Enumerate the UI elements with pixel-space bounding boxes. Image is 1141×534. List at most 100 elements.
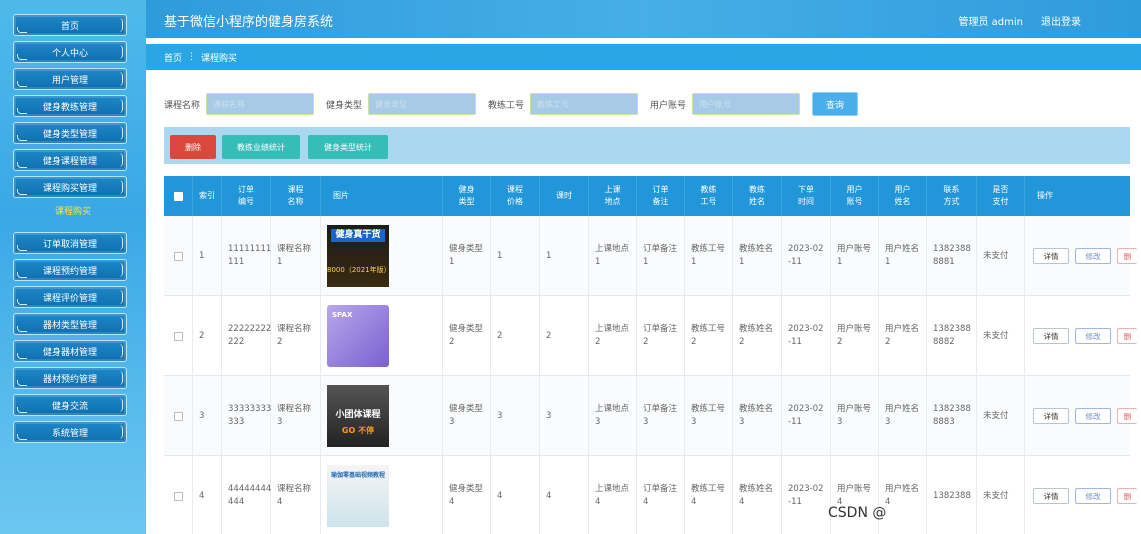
select-all-checkbox-cell[interactable] (164, 176, 193, 216)
query-button[interactable]: 查询 (812, 92, 859, 116)
cell-line: 健身类型 (449, 484, 484, 494)
toolbar: 删除 教练业绩统计 健身类型统计 (164, 127, 1130, 164)
th-line: 备注 (652, 197, 669, 206)
corner-decoration (17, 162, 27, 168)
cell-phone: 1382388 (927, 456, 977, 534)
sidebar-item-coaches[interactable]: 健身教练管理 (13, 95, 127, 117)
sidebar-item-profile[interactable]: 个人中心 (13, 41, 127, 63)
th-line: 方式 (943, 197, 960, 206)
row-delete-button[interactable]: 删 (1117, 408, 1137, 424)
cell-line: 1 (885, 257, 891, 267)
breadcrumb-home[interactable]: 首页 (164, 51, 182, 64)
course-image[interactable]: 健身真干货 8000（2021年版） (327, 225, 389, 287)
sidebar-item-course-reviews[interactable]: 课程评价管理 (13, 286, 127, 308)
th-line: 名称 (287, 197, 304, 206)
th-image: 图片 (321, 176, 443, 216)
sidebar-item-order-cancel[interactable]: 订单取消管理 (13, 232, 127, 254)
corner-decoration (113, 99, 123, 113)
edit-button[interactable]: 修改 (1075, 328, 1111, 344)
cell-line: 用户姓名 (885, 324, 920, 334)
detail-button[interactable]: 详情 (1033, 488, 1069, 504)
sidebar-item-home[interactable]: 首页 (13, 14, 127, 36)
user-account-input[interactable]: 用户账号 (692, 93, 801, 115)
image-text-top: 瑜伽零基础视频教程 (330, 472, 385, 479)
fitness-type-stats-button[interactable]: 健身类型统计 (308, 135, 388, 159)
sidebar-item-equipment[interactable]: 健身器材管理 (13, 340, 127, 362)
fitness-type-input[interactable]: 健身类型 (368, 93, 477, 115)
th-line: 下单 (798, 185, 814, 194)
cell-line: 2023-02 (788, 324, 824, 334)
cell-price: 4 (491, 456, 540, 534)
cell-line: 课程名称 (277, 324, 312, 334)
coach-id-input[interactable]: 教练工号 (530, 93, 639, 115)
corner-decoration (113, 18, 123, 32)
sidebar-item-equipment-types[interactable]: 器材类型管理 (13, 313, 127, 335)
cell-paid-status: 未支付 (977, 296, 1025, 376)
th-phone: 联系 方式 (927, 176, 977, 216)
cell-line: 用户账号 (837, 484, 872, 494)
cell-line: 课程名称 (277, 404, 312, 414)
cell-line: 教练姓名 (739, 404, 774, 414)
cell-line: 订单备注 (643, 404, 678, 414)
course-name-input[interactable]: 课程名称 (206, 93, 315, 115)
cell-line: 1 (449, 257, 455, 267)
course-image[interactable]: SPAX (327, 305, 389, 367)
detail-button[interactable]: 详情 (1033, 248, 1069, 264)
cell-line: 2 (837, 337, 843, 347)
detail-button[interactable]: 详情 (1033, 328, 1069, 344)
sidebar-item-course-booking[interactable]: 课程预约管理 (13, 259, 127, 281)
th-line: 用户 (894, 185, 911, 194)
row-delete-button[interactable]: 删 (1117, 248, 1137, 264)
row-checkbox[interactable] (173, 411, 183, 421)
image-text-top: 健身真干货 (331, 229, 385, 242)
cell-coach-no: 教练工号 3 (685, 376, 733, 456)
sidebar-item-fitness-types[interactable]: 健身类型管理 (13, 122, 127, 144)
cell-course-name: 课程名称 2 (271, 296, 321, 376)
detail-button[interactable]: 详情 (1033, 408, 1069, 424)
sidebar-item-label: 用户管理 (51, 75, 88, 86)
sidebar-item-community[interactable]: 健身交流 (13, 394, 127, 416)
row-checkbox[interactable] (173, 251, 183, 261)
corner-decoration (17, 189, 27, 195)
coach-performance-stats-button[interactable]: 教练业绩统计 (222, 135, 300, 159)
sidebar-item-course-purchase[interactable]: 课程购买管理 (13, 176, 127, 198)
row-checkbox-cell[interactable] (164, 376, 193, 456)
cell-index: 4 (193, 456, 222, 534)
course-image[interactable]: 小团体课程 GO 不停 (327, 385, 389, 447)
cell-line: 1 (691, 257, 697, 267)
edit-button[interactable]: 修改 (1075, 488, 1111, 504)
row-checkbox-cell[interactable] (164, 216, 193, 296)
table-row: 2 22222222 222 课程名称 2 SPAX 健身类型 2 2 2 上课地点 2… (164, 296, 1137, 376)
row-delete-button[interactable]: 删 (1117, 488, 1137, 504)
cell-order-time: 2023-02 -11 (782, 376, 831, 456)
cell-note: 订单备注 2 (637, 296, 685, 376)
sidebar-item-courses[interactable]: 健身课程管理 (13, 149, 127, 171)
cell-line: 用户账号 (837, 244, 872, 254)
edit-button[interactable]: 修改 (1075, 408, 1111, 424)
row-checkbox[interactable] (173, 331, 183, 341)
row-checkbox-cell[interactable] (164, 296, 193, 376)
cell-coach-name: 教练姓名 1 (733, 216, 782, 296)
select-all-checkbox[interactable] (173, 191, 183, 201)
delete-button[interactable]: 删除 (170, 135, 216, 159)
row-delete-button[interactable]: 删 (1117, 328, 1137, 344)
cell-line: 教练工号 (691, 244, 726, 254)
row-checkbox-cell[interactable] (164, 456, 193, 534)
course-image[interactable]: 瑜伽零基础视频教程 (327, 465, 389, 527)
sidebar-subitem-course-purchase[interactable]: 课程购买 (0, 204, 146, 217)
edit-button[interactable]: 修改 (1075, 248, 1111, 264)
table-header: 索引 订单 编号 课程 名称 图片 健身 类型 课程 价格 课时 上课 地点 订单 备注 教… (164, 176, 1130, 216)
logout-link[interactable]: 退出登录 (1041, 13, 1081, 28)
th-price: 课程 价格 (491, 176, 540, 216)
cell-line: 1382388 (933, 324, 971, 334)
cell-phone: 1382388 8882 (927, 296, 977, 376)
cell-line: 1 (643, 257, 649, 267)
cell-line: 上课地点 (595, 404, 630, 414)
row-checkbox[interactable] (173, 491, 183, 501)
th-line: 教练 (749, 185, 765, 194)
sidebar-item-users[interactable]: 用户管理 (13, 68, 127, 90)
sidebar-item-equipment-booking[interactable]: 器材预约管理 (13, 367, 127, 389)
corner-decoration (17, 27, 27, 33)
sidebar-item-system[interactable]: 系统管理 (13, 421, 127, 443)
cell-order-no: 33333333 333 (222, 376, 271, 456)
